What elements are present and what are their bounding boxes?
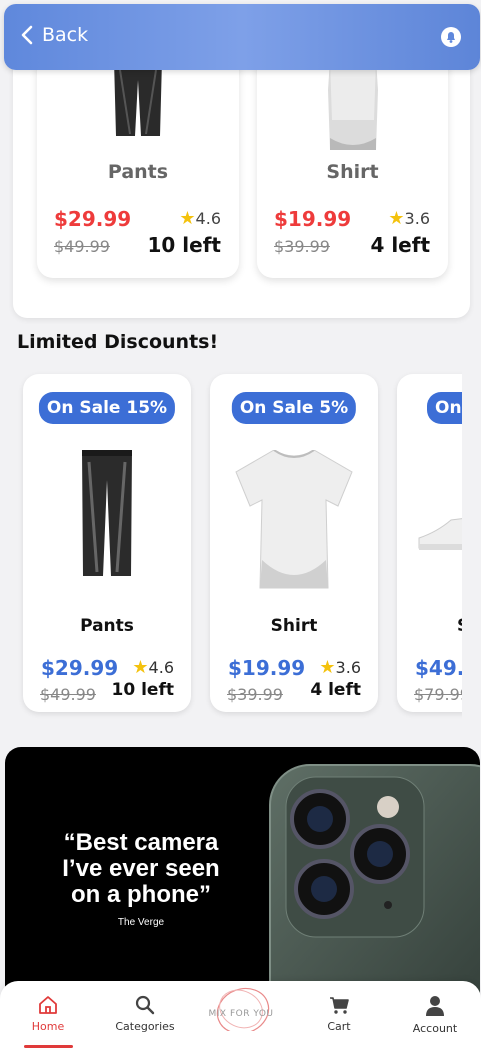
home-icon [39,996,57,1014]
logo-text: MIX FOR YOU [208,1009,274,1019]
discount-carousel[interactable]: On Sale 15% Pants $29.99 $49.99 ★4.6 10 … [0,370,462,720]
product-rating: ★4.6 [132,657,174,678]
product-old-price: $49.99 [54,237,110,256]
product-name: Pants [107,161,169,183]
shirt-image [235,450,353,589]
product-old-price: $39.99 [227,685,283,704]
product-stock: 10 left [147,233,221,257]
nav-home[interactable]: Home [8,995,88,1033]
brand-logo[interactable]: MIX FOR YOU [205,985,277,1031]
product-price: $19.99 [228,656,306,680]
product-rating: ★3.6 [388,208,430,229]
logo-swirl-icon [216,987,270,1031]
search-icon [135,995,155,1015]
product-stock: 4 left [370,233,430,257]
product-card-pants[interactable]: Pants $29.99 $49.99 ★4.6 10 left [37,40,239,278]
nav-label: Home [31,1020,65,1033]
phone-image [269,764,480,1007]
product-price: $29.99 [41,656,119,680]
product-rating: ★4.6 [179,208,221,229]
discount-card-shirt[interactable]: On Sale 5% Shirt $19.99 $39.99 ★3.6 4 le… [210,374,378,712]
user-icon [426,996,444,1016]
top-header: Back [4,4,480,70]
nav-cart[interactable]: Cart [299,995,379,1033]
nav-label: Cart [327,1020,351,1033]
discount-card-shoes[interactable]: On S S $49.9 $79.99 [397,374,462,712]
sale-badge: On Sale 5% [231,392,357,424]
star-icon: ★ [319,657,336,678]
product-stock: 10 left [111,680,174,700]
product-price: $19.99 [274,207,352,231]
product-price: $29.99 [54,207,132,231]
nav-categories[interactable]: Categories [105,995,185,1033]
product-name: Shirt [270,616,318,636]
discount-card-pants[interactable]: On Sale 15% Pants $29.99 $49.99 ★4.6 10 … [23,374,191,712]
pants-image [114,60,162,136]
product-rating: ★3.6 [319,657,361,678]
back-button[interactable]: Back [20,24,88,46]
product-old-price: $49.99 [40,685,96,704]
sale-badge: On Sale 15% [38,392,176,424]
star-icon: ★ [132,657,149,678]
nav-account[interactable]: Account [395,995,475,1035]
product-old-price: $79.99 [414,685,462,704]
shirt-image [327,60,378,150]
product-name: S [457,616,462,636]
star-icon: ★ [388,208,405,229]
banner-quote: “Best camera I’ve ever seen on a phone” [62,829,220,908]
active-tab-indicator [24,1045,73,1048]
banner-quote-source: The Verge [117,917,165,928]
bottom-navigation: Home Categories MIX FOR YOU Cart Account [0,981,481,1049]
chevron-left-icon [21,25,33,45]
section-title-limited-discounts: Limited Discounts! [17,331,219,353]
product-card-shirt[interactable]: Shirt $19.99 $39.99 ★3.6 4 left [257,40,448,278]
product-name: Shirt [326,161,379,183]
cart-icon [330,997,349,1014]
product-old-price: $39.99 [274,237,330,256]
nav-label: Account [412,1022,458,1035]
product-name: Pants [80,616,134,636]
sneaker-image [418,518,462,550]
product-stock: 4 left [310,680,361,700]
notification-bell-icon[interactable] [440,26,462,48]
back-label: Back [42,24,89,46]
promo-banner[interactable]: “Best camera I’ve ever seen on a phone” … [5,747,480,1007]
nav-label: Categories [115,1020,175,1033]
pants-image [82,450,132,576]
sale-badge: On S [427,392,462,424]
product-price: $49.9 [415,656,462,680]
star-icon: ★ [179,208,196,229]
